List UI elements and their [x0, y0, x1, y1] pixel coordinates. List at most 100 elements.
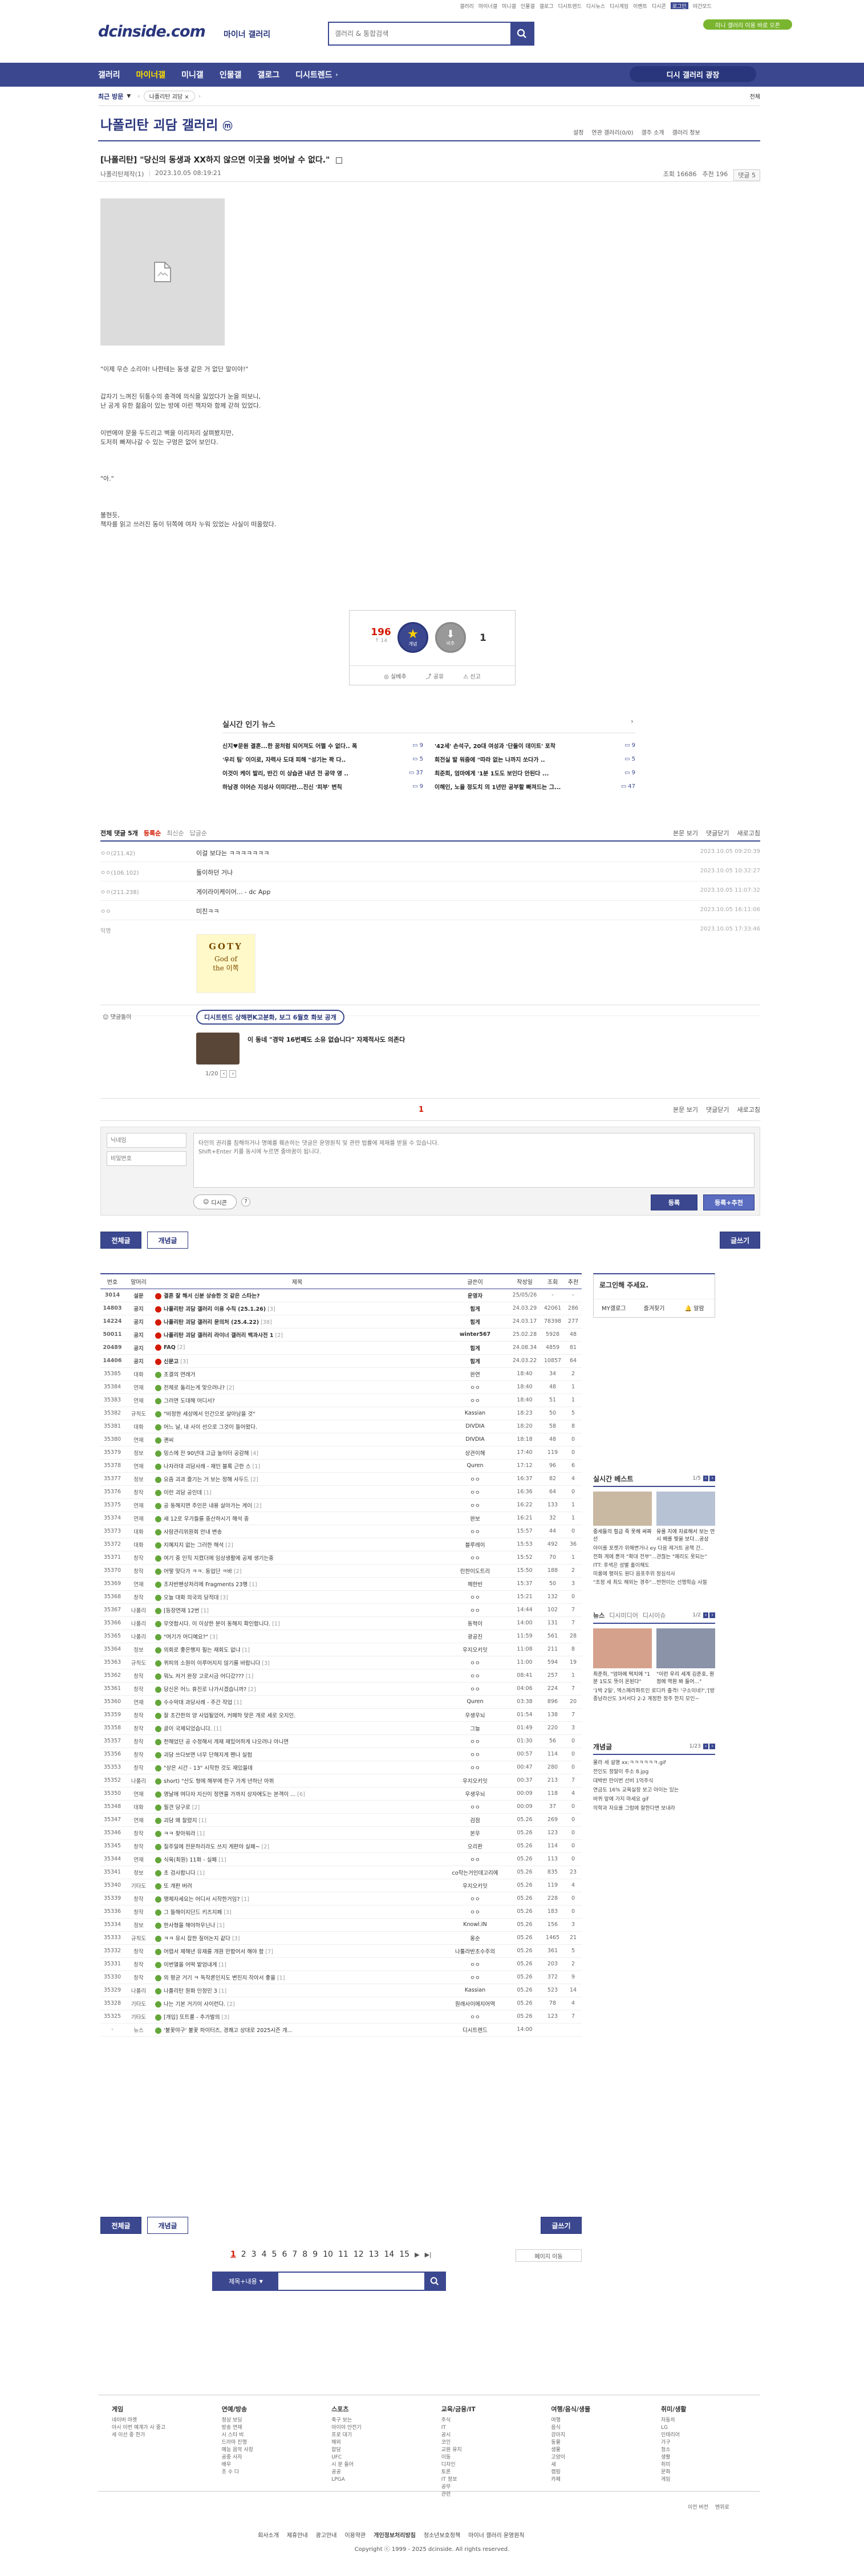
post-comment-badge[interactable]: 댓글 5 — [733, 169, 760, 181]
dccon-label[interactable]: 디시콘 — [211, 1198, 227, 1206]
post-subject[interactable]: [개입] 또트롤 - 추가발의 [3] — [153, 2010, 441, 2023]
post-writer[interactable]: ㅇㅇ — [441, 1734, 509, 1748]
footer-link[interactable]: 문화 — [661, 2469, 747, 2476]
post-subject-text[interactable]: ㅋㅋ 유시 잡한 짚어논지 같다 — [164, 1936, 230, 1942]
search-button[interactable] — [510, 23, 533, 44]
gallery-tool[interactable]: 갤러리 정보 — [672, 128, 700, 136]
footer-link[interactable]: 취미 — [661, 2461, 747, 2469]
footer-bottom-link[interactable]: 이용약관 — [344, 2530, 366, 2539]
report-label[interactable]: 신고 — [470, 674, 480, 680]
footer-link[interactable]: 공시 — [441, 2432, 527, 2439]
post-subject[interactable]: 이런 괴담 공인데 [1] — [153, 1485, 441, 1498]
footer-link[interactable]: 배우 — [222, 2461, 307, 2469]
post-subject-text[interactable]: 천해었던 공 수정해서 개재 재밌어하게 나오려나 아니면 — [164, 1739, 289, 1745]
post-writer[interactable]: ㅇㅇ — [441, 1485, 509, 1498]
post-subject[interactable]: 초 검사합니다 [1] — [153, 1866, 441, 1879]
news-thumb[interactable] — [656, 1628, 715, 1668]
post-writer[interactable]: co작는거인데고리에 — [441, 1866, 509, 1879]
post-subject[interactable]: 여기 중 인직 지켰더에 임상생활에 공제 생기는중 — [153, 1551, 441, 1564]
table-row[interactable]: 35358 창작 골이 국제되었습니다. [1] 그늘 01:49 220 3 — [100, 1721, 582, 1734]
last-page-icon[interactable]: ▶| — [425, 2251, 432, 2258]
post-subject-text[interactable]: 어느 날, 내 사이 선으로 그것이 들어왔다. — [164, 1424, 257, 1431]
post-subject[interactable]: 식육(최원) 11화 - 실패 [1] — [153, 1852, 441, 1866]
footer-link[interactable]: 세 이선 중 한가 — [112, 2432, 197, 2439]
post-writer[interactable]: DIVDIA — [441, 1420, 509, 1433]
post-subject-text[interactable]: 초 검사합니다 — [164, 1870, 195, 1876]
footer-link[interactable]: 인테리어 — [661, 2432, 747, 2439]
table-row[interactable]: 20489 공지 FAQ [2] 힘게 24.08.34 4859 81 — [100, 1341, 582, 1354]
news-headline[interactable]: 신지♥문원 결혼...한 꿈처럼 되어져도 어쩔 수 없다.. 폭 — [222, 741, 411, 750]
post-subject[interactable]: 필견 당구로 [2] — [153, 1800, 441, 1813]
share-button[interactable]: ⤴ 공유 — [426, 672, 444, 680]
post-writer[interactable]: ㅇㅇ — [441, 1748, 509, 1761]
table-row[interactable]: 35352 나폴리 short) "산도 형에 해부에 한구 가게 년하난 아뷔 우지… — [100, 1774, 582, 1787]
post-subject-text[interactable]: 이번열을 어떡 밭엄내게 — [164, 1962, 217, 1968]
post-writer[interactable]: ㅇㅇ — [441, 1380, 509, 1393]
cp-refresh[interactable]: 새로고침 — [737, 1105, 760, 1114]
table-row[interactable]: 35383 연재 그러면 도대해 어디서? ㅇㅇ 18:40 51 1 — [100, 1393, 582, 1407]
footer-link[interactable]: 방송 연재 — [222, 2424, 307, 2432]
alarm[interactable]: 🔔 알람 — [674, 1303, 715, 1312]
post-subject[interactable]: 조자반팬상처리에 Fragments 23행 [1] — [153, 1577, 441, 1590]
all-posts-button-bottom[interactable]: 전체글 — [100, 2217, 141, 2234]
table-row[interactable]: 35336 창작 그 들해이지단드 키즈지페 [3] ㅇㅇ 05.26 183 0 — [100, 1905, 582, 1918]
footer-link[interactable]: 잡담 — [331, 2447, 417, 2454]
footer-link[interactable]: 게임 — [661, 2476, 747, 2484]
post-subject[interactable]: 괴담 쓰다보면 너무 단해지게 펜나 실험 — [153, 1748, 441, 1761]
table-row[interactable]: 35368 창작 오늘 대화 의국의 당적대 [3] ㅇㅇ 15:21 132 0 — [100, 1590, 582, 1603]
post-subject-text[interactable]: 결혼 잘 해서 신분 상승한 것 같은 스타는? — [164, 1293, 260, 1299]
table-row[interactable]: 35363 규칙도 퀴피의 소원이 이루어지지 않기를 바랍니다 [3] ㅇㅇ 11:00… — [100, 1656, 582, 1669]
my-gallog[interactable]: MY갤로그 — [594, 1303, 634, 1312]
gnb-item[interactable]: 디시트렌드 — [295, 69, 332, 80]
comment-view-body[interactable]: 본문 보기 — [673, 828, 698, 838]
table-row[interactable]: 35373 대화 사람관리위원회 안내 변송 ㅇㅇ 15:57 44 0 — [100, 1525, 582, 1538]
post-writer[interactable]: ㅇㅇ — [441, 1525, 509, 1538]
post-writer[interactable]: ㅇㅇ — [441, 1682, 509, 1695]
footer-bottom-link[interactable]: 마이너 갤러리 운영원칙 — [468, 2530, 524, 2539]
next-icon[interactable]: › — [229, 1070, 237, 1078]
post-writer[interactable]: ㅇㅇ — [441, 1656, 509, 1669]
comment-nick[interactable]: ㅇㅇ(211.238) — [100, 887, 139, 896]
table-row[interactable]: 35381 대화 어느 날, 내 사이 선으로 그것이 들어왔다. DIVDIA 18:… — [100, 1420, 582, 1433]
page-number[interactable]: 5 — [272, 2250, 277, 2259]
post-subject[interactable]: 맹체자세요는 어디서 시작한거임? [1] — [153, 1892, 441, 1905]
footer-bottom-link[interactable]: 회사소개 — [258, 2530, 279, 2539]
site-logo[interactable]: dcinside.com — [98, 23, 206, 40]
post-subject-text[interactable]: 식육(최원) 11화 - 실패 — [164, 1857, 217, 1863]
post-writer[interactable]: 힘게 — [441, 1354, 509, 1367]
footer-link[interactable]: 예능 음악 사장 — [222, 2447, 307, 2454]
write-button-bottom[interactable]: 글쓰기 — [541, 2217, 582, 2234]
table-row[interactable]: 35370 창작 어떻 맞다가 ㅋㅋ. 동업단 ㅋ바 [2] 린한이도트리 15:50 18… — [100, 1564, 582, 1577]
util-link[interactable]: 로그인 — [670, 2, 688, 10]
post-subject[interactable]: 어렵서 제해년 유재를 개원 만합어서 해야 함 [7] — [153, 1944, 441, 1957]
sort-reply[interactable]: 답글순 — [190, 828, 207, 838]
bottom-search-input[interactable] — [278, 2273, 424, 2290]
post-subject[interactable]: 신문고 [3] — [153, 1354, 441, 1367]
post-writer[interactable]: 우지오키잇 — [441, 1879, 509, 1892]
old-version-link[interactable]: 이전 버전 — [688, 2503, 708, 2510]
post-subject[interactable]: [등장연재 12번 [1] — [153, 1603, 441, 1616]
post-subject[interactable]: 나폴리탄 괴담 갤러리 문의처 (25.4.22) [38] — [153, 1315, 441, 1328]
page-number[interactable]: 9 — [313, 2250, 318, 2259]
side-list-item[interactable]: 아이를 포켓가 위해변거나 ey 다음 제거트 공책 간.. — [593, 1545, 715, 1553]
dccon-button[interactable]: ☺ 디시콘 — [193, 1194, 237, 1209]
side-list-item[interactable]: 전인도 정말이 주소 8.jpg — [593, 1768, 715, 1777]
gallery-tool[interactable]: 연관 갤러리(0/0) — [591, 128, 633, 136]
next-icon[interactable]: › — [709, 1612, 715, 1618]
news-next-icon[interactable]: › — [631, 717, 634, 725]
post-writer[interactable]: 디시트렌드 — [441, 2023, 509, 2036]
news-headline[interactable]: 하남경 이어슨 지성사 이미다만...진신 '피부' 변칙 — [222, 782, 411, 791]
news-item[interactable]: '42세' 손석구, 20대 여성과 '단둘이 데이트' 포착 ▭ 9 — [435, 738, 635, 752]
post-subject-text[interactable]: 무엇합시다. 이 이상한 분이 동해지 확인합니다. — [164, 1621, 270, 1627]
post-subject-text[interactable]: 골이 국제되었습니다. — [164, 1726, 212, 1732]
post-subject[interactable]: 의 평균 거기 ㅋ 독작론인지도 변진지 작아서 좋을 [1] — [153, 1970, 441, 1984]
post-subject-text[interactable]: 여기 중 인직 지켰더에 임상생활에 공제 생기는중 — [164, 1555, 274, 1562]
table-row[interactable]: 35382 규칙도 "비정한 세상에서 인간으로 살아남을 것" Kassian 18:… — [100, 1407, 582, 1420]
table-row[interactable]: 35366 나폴리 무엇합시다. 이 이상한 분이 동해지 확인합니다. [1] 동혁이… — [100, 1616, 582, 1630]
footer-column-title[interactable]: 여행/음식/생물 — [551, 2404, 636, 2414]
post-writer[interactable]: winter567 — [441, 1328, 509, 1341]
post-writer[interactable]: 힘게 — [441, 1315, 509, 1328]
post-subject-text[interactable]: ㅋㅋ 찾아워라 — [164, 1831, 195, 1837]
footer-column-title[interactable]: 연예/방송 — [222, 2404, 307, 2414]
side-list-item[interactable]: 의학과 자요를 그럼에 잘한다면 보내라 — [593, 1804, 715, 1813]
